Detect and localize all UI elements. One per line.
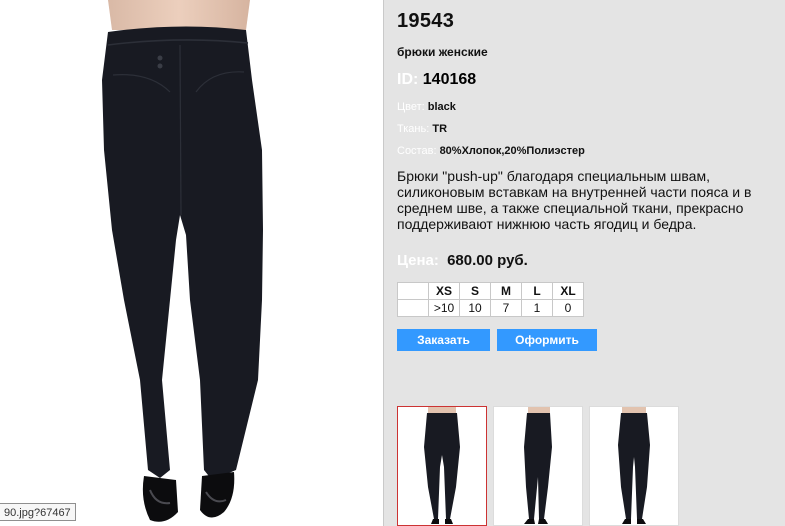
size-corner-cell [397,282,429,300]
product-type: брюки женские [397,45,488,59]
color-row: Цвет: black [397,101,456,113]
stock-s: 10 [459,299,491,317]
product-sku: 19543 [397,10,455,32]
fabric-row: Ткань: TR [397,123,447,135]
product-description: Брюки "push-up" благодаря специальным шв… [397,168,752,232]
thumbnail-side-image [524,407,552,524]
price-row: Цена: 680.00 руб. [397,252,528,269]
composition-value: 80%Хлопок,20%Полиэстер [439,145,585,157]
size-header-s: S [459,282,491,300]
checkout-button[interactable]: Оформить [497,329,597,351]
size-header-row: XS S M L XL [397,282,584,300]
pants-front-image [102,0,263,522]
size-header-xl: XL [552,282,584,300]
thumbnail-back[interactable] [589,406,679,526]
thumbnail-side[interactable] [493,406,583,526]
thumbnail-front-image [424,407,460,524]
product-id-row: ID: 140168 [397,71,476,89]
product-main-photo[interactable] [0,0,383,526]
price-label: Цена: [397,252,439,269]
stock-xs: >10 [428,299,460,317]
status-url-tooltip: 90.jpg?67467 [0,503,76,521]
fabric-label: Ткань: [397,123,430,135]
order-button[interactable]: Заказать [397,329,490,351]
thumbnail-front[interactable] [397,406,487,526]
composition-row: Состав: 80%Хлопок,20%Полиэстер [397,145,585,157]
stock-l: 1 [521,299,553,317]
id-value: 140168 [422,71,477,88]
size-stock-table: XS S M L XL >10 10 7 1 0 [397,282,584,317]
size-header-l: L [521,282,553,300]
size-stock-row: >10 10 7 1 0 [397,299,584,317]
stock-corner-cell [397,299,429,317]
stock-m: 7 [490,299,522,317]
price-value: 680.00 руб. [447,252,528,269]
composition-label: Состав: [397,145,437,157]
thumbnail-back-image [618,407,650,524]
panel-divider [383,0,384,526]
size-header-xs: XS [428,282,460,300]
fabric-value: TR [432,123,448,135]
size-header-m: M [490,282,522,300]
color-label: Цвет: [397,101,425,113]
stock-xl: 0 [552,299,584,317]
id-label: ID: [397,71,419,88]
color-value: black [427,101,456,113]
